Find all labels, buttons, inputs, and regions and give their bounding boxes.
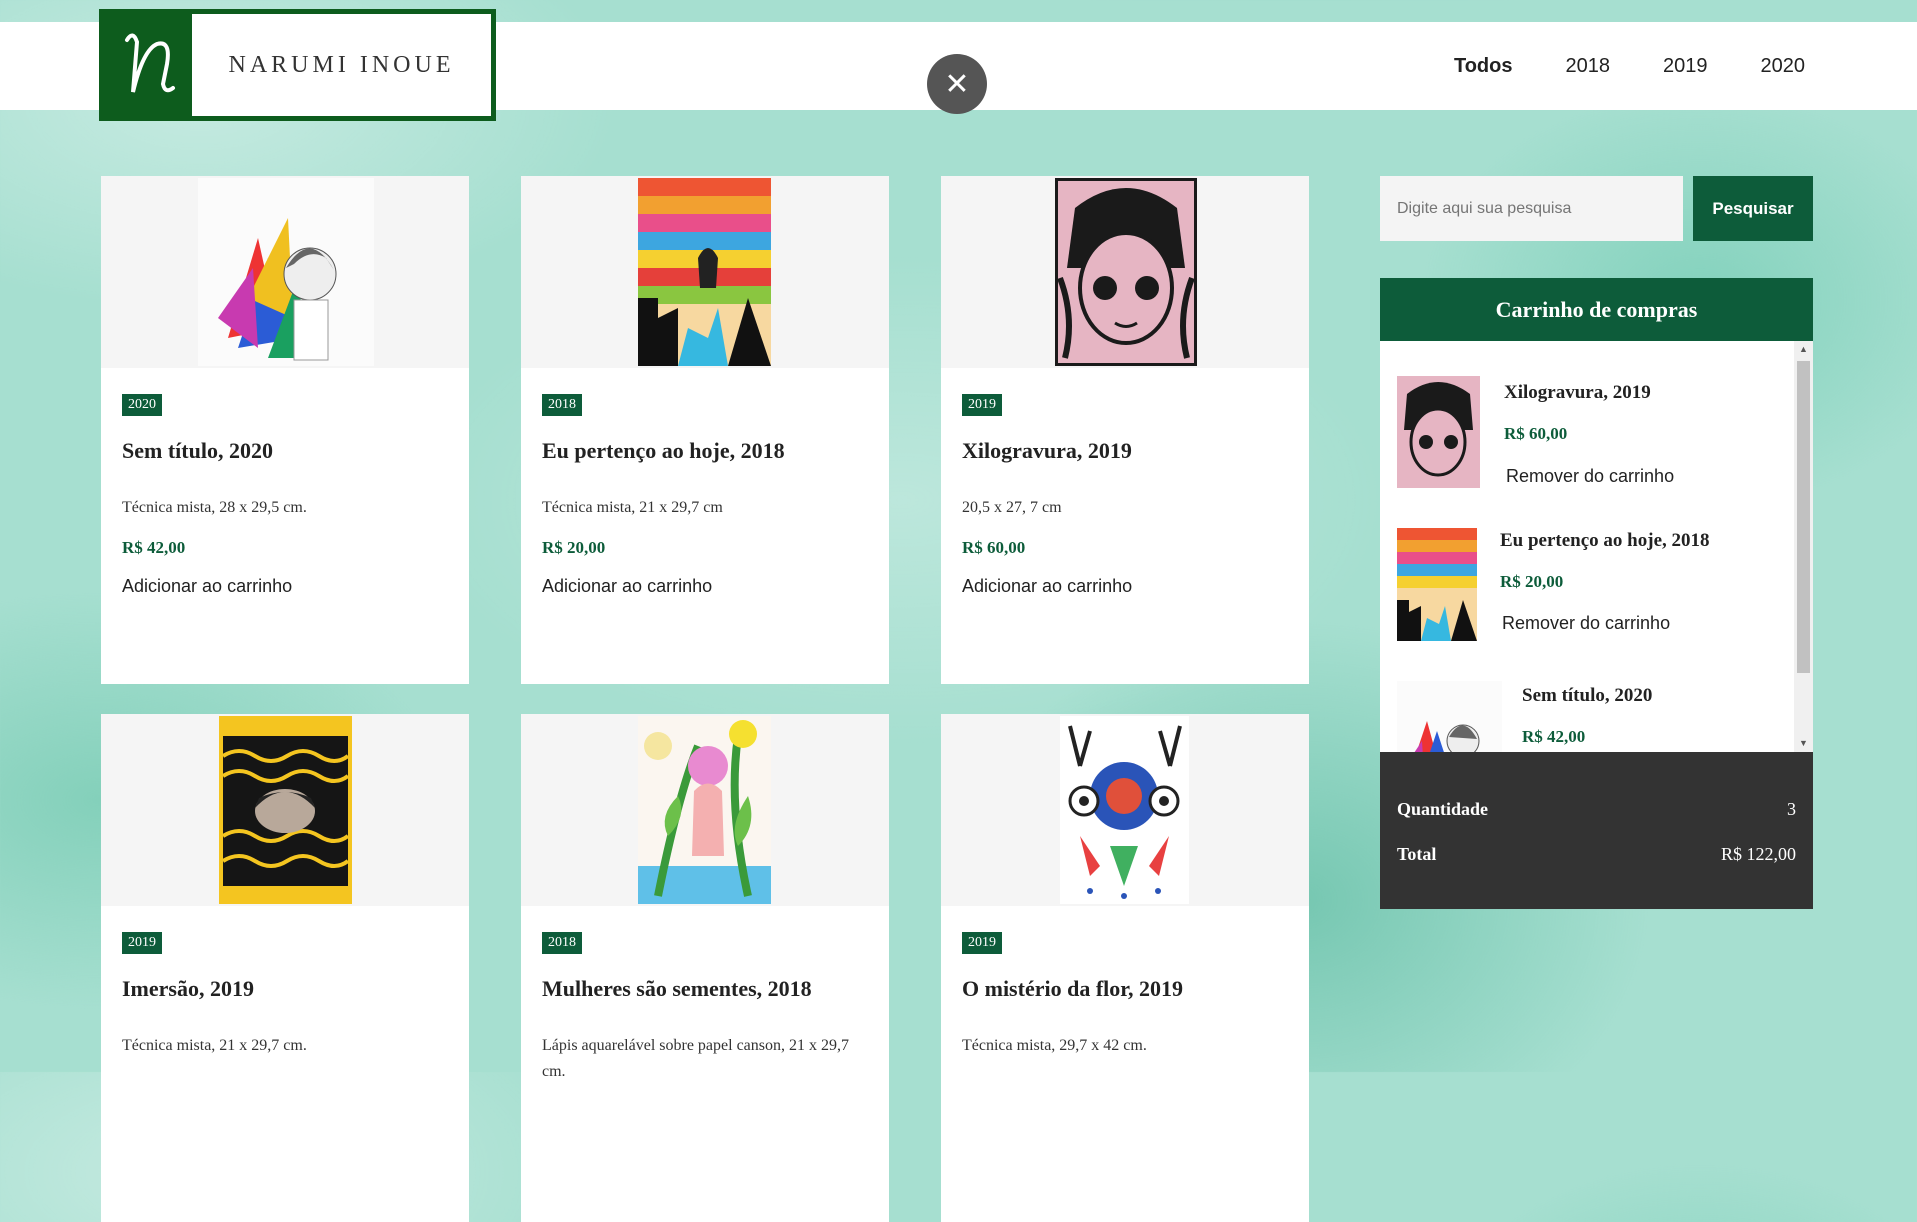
product-title: Eu pertenço ao hoje, 2018 <box>542 438 785 463</box>
cart-item-title: Xilogravura, 2019 <box>1504 382 1651 403</box>
cart-item-title: Eu pertenço ao hoje, 2018 <box>1500 530 1710 551</box>
cart-item-price: R$ 42,00 <box>1522 727 1586 746</box>
cart-item-title: Sem título, 2020 <box>1522 685 1653 706</box>
product-price: R$ 60,00 <box>962 538 1026 557</box>
close-button[interactable]: ✕ <box>927 54 987 114</box>
year-badge: 2019 <box>122 932 162 954</box>
product-price: R$ 20,00 <box>542 538 606 557</box>
add-to-cart-button[interactable]: Adicionar ao carrinho <box>542 576 712 597</box>
product-title: Xilogravura, 2019 <box>962 438 1132 463</box>
product-title: Mulheres são sementes, 2018 <box>542 976 812 1001</box>
product-card: 2020 Sem título, 2020 Técnica mista, 28 … <box>101 176 469 684</box>
nav-2020[interactable]: 2020 <box>1761 55 1806 78</box>
cart-scrollbar[interactable]: ▲ ▼ <box>1794 341 1813 752</box>
year-badge: 2019 <box>962 932 1002 954</box>
year-badge: 2019 <box>962 394 1002 416</box>
product-card: 2018 Eu pertenço ao hoje, 2018 Técnica m… <box>521 176 889 684</box>
cart-item-thumbnail <box>1397 376 1480 488</box>
product-image-area <box>941 714 1309 906</box>
product-image-area <box>521 176 889 368</box>
year-badge: 2020 <box>122 394 162 416</box>
product-description: Técnica mista, 21 x 29,7 cm. <box>122 1037 307 1054</box>
product-card: 2019 O mistério da flor, 2019 Técnica mi… <box>941 714 1309 1222</box>
artwork-image[interactable] <box>638 178 771 366</box>
product-image-area <box>101 714 469 906</box>
product-title: O mistério da flor, 2019 <box>962 976 1183 1001</box>
scroll-down-icon[interactable]: ▼ <box>1794 735 1813 752</box>
close-icon: ✕ <box>944 67 970 101</box>
product-description: Lápis aquarelável sobre papel canson, 21… <box>542 1037 850 1080</box>
artwork-image[interactable] <box>219 716 352 904</box>
product-image-area <box>941 176 1309 368</box>
logo-text: NARUMI INOUE <box>228 51 455 78</box>
product-image-area <box>101 176 469 368</box>
cart-title: Carrinho de compras <box>1380 278 1813 341</box>
cart-item-price: R$ 60,00 <box>1504 424 1568 443</box>
cart-item-list[interactable]: Xilogravura, 2019 R$ 60,00 Remover do ca… <box>1380 341 1813 752</box>
year-badge: 2018 <box>542 394 582 416</box>
cart-item: Sem título, 2020 R$ 42,00 <box>1397 681 1777 752</box>
total-label: Total <box>1397 844 1437 864</box>
nav-2019[interactable]: 2019 <box>1663 55 1708 78</box>
remove-from-cart-button[interactable]: Remover do carrinho <box>1506 466 1674 487</box>
artwork-image[interactable] <box>198 178 374 366</box>
search-input[interactable] <box>1380 176 1683 241</box>
product-description: Técnica mista, 29,7 x 42 cm. <box>962 1037 1147 1054</box>
artwork-image[interactable] <box>1055 178 1197 366</box>
product-card: 2019 Xilogravura, 2019 20,5 x 27, 7 cm R… <box>941 176 1309 684</box>
cart-item-thumbnail <box>1397 528 1477 641</box>
nav-todos[interactable]: Todos <box>1454 55 1513 78</box>
quantity-label: Quantidade <box>1397 799 1489 819</box>
artwork-image[interactable] <box>638 716 771 904</box>
artwork-image[interactable] <box>1060 716 1189 904</box>
product-card: 2019 Imersão, 2019 Técnica mista, 21 x 2… <box>101 714 469 1222</box>
product-description: Técnica mista, 28 x 29,5 cm. <box>122 499 307 516</box>
product-image-area <box>521 714 889 906</box>
add-to-cart-button[interactable]: Adicionar ao carrinho <box>962 576 1132 597</box>
cart-item-thumbnail <box>1397 681 1502 752</box>
product-card: 2018 Mulheres são sementes, 2018 Lápis a… <box>521 714 889 1222</box>
add-to-cart-button[interactable]: Adicionar ao carrinho <box>122 576 292 597</box>
total-value: R$ 122,00 <box>1720 844 1796 864</box>
year-filter-nav: Todos 2018 2019 2020 <box>1401 22 1805 110</box>
product-description: Técnica mista, 21 x 29,7 cm <box>542 499 723 516</box>
remove-from-cart-button[interactable]: Remover do carrinho <box>1502 613 1670 634</box>
nav-2018[interactable]: 2018 <box>1566 55 1611 78</box>
cart-item-price: R$ 20,00 <box>1500 572 1564 591</box>
logo-n-icon <box>104 14 192 116</box>
scroll-up-icon[interactable]: ▲ <box>1794 341 1813 358</box>
quantity-value: 3 <box>1787 799 1796 819</box>
scrollbar-thumb[interactable] <box>1797 361 1810 673</box>
cart-summary: Quantidade 3 Total R$ 122,00 <box>1380 752 1813 909</box>
year-badge: 2018 <box>542 932 582 954</box>
product-title: Imersão, 2019 <box>122 976 254 1001</box>
cart-item: Xilogravura, 2019 R$ 60,00 Remover do ca… <box>1397 376 1777 488</box>
cart-item: Eu pertenço ao hoje, 2018 R$ 20,00 Remov… <box>1397 528 1777 643</box>
product-title: Sem título, 2020 <box>122 438 273 463</box>
product-price: R$ 42,00 <box>122 538 186 557</box>
logo[interactable]: NARUMI INOUE <box>99 9 496 121</box>
search-button[interactable]: Pesquisar <box>1693 176 1813 241</box>
product-description: 20,5 x 27, 7 cm <box>962 499 1062 516</box>
